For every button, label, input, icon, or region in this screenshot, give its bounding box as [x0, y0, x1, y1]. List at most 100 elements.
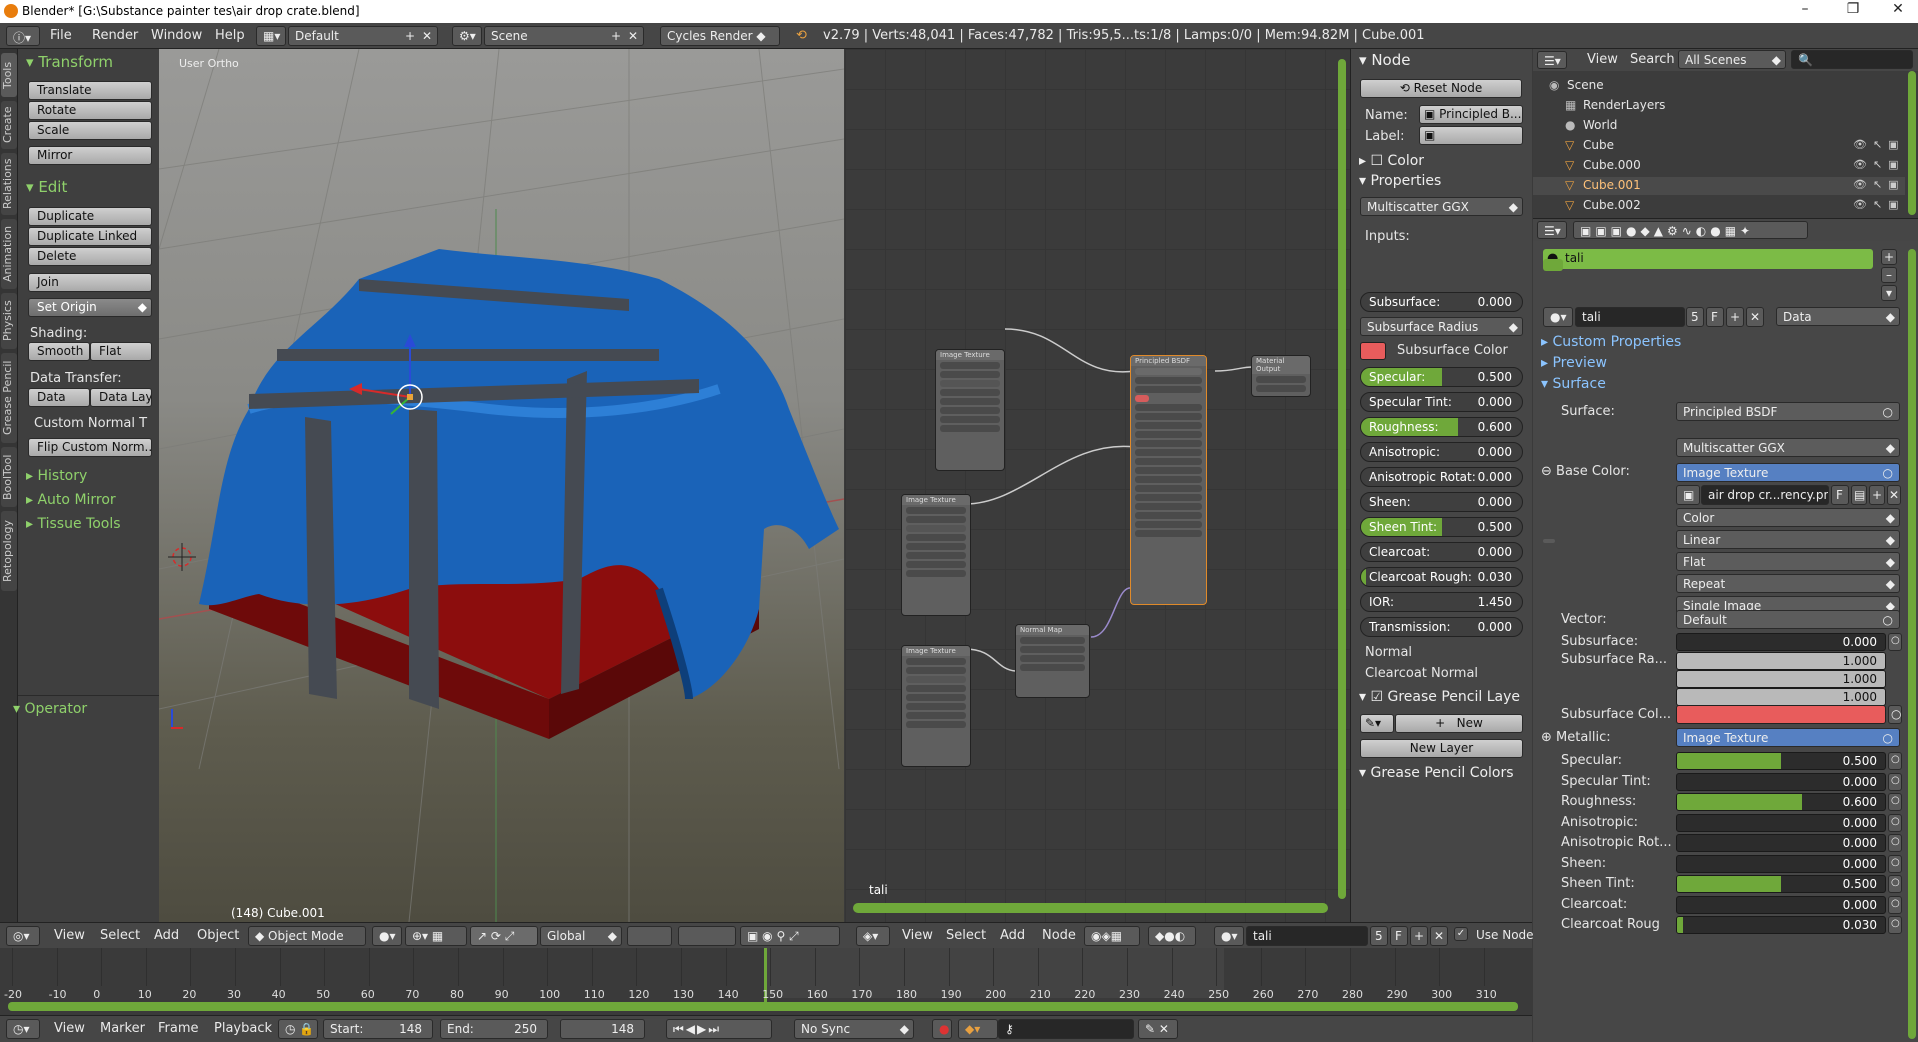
- node-tree-type-icons[interactable]: ◉◈▦: [1084, 926, 1140, 946]
- surface-header[interactable]: ▾ Surface: [1541, 376, 1606, 392]
- node-menu-add[interactable]: Add: [1000, 928, 1025, 943]
- object-mode-select[interactable]: ◆ Object Mode: [248, 926, 366, 946]
- viewport-editor-type-icon[interactable]: ◎▾: [6, 926, 40, 946]
- node-label-field[interactable]: ▣: [1419, 126, 1523, 145]
- material-slot-list[interactable]: ● tali: [1543, 249, 1873, 269]
- node-input-transmission[interactable]: Transmission: 0.000: [1360, 617, 1523, 637]
- edit-panel-header[interactable]: ▾ Edit: [26, 178, 67, 196]
- slot-menu-button[interactable]: ▾: [1881, 285, 1897, 301]
- socket-link-icon[interactable]: ○: [1888, 752, 1902, 770]
- node-editor-vscrollbar[interactable]: [1338, 59, 1346, 899]
- visibility-toggle-icons[interactable]: 👁↖▣: [1853, 138, 1905, 151]
- properties-panel-header[interactable]: ▾ Properties: [1359, 173, 1441, 189]
- node-input-sheen-tint[interactable]: Sheen Tint: 0.500: [1360, 517, 1523, 537]
- scene-icon[interactable]: ⚙▾: [452, 26, 482, 46]
- transform-panel-header[interactable]: ▾ Transform: [26, 53, 113, 71]
- keying-set-field[interactable]: ⚷: [998, 1019, 1134, 1039]
- socket-link-icon[interactable]: ○: [1888, 916, 1902, 934]
- property-value-slider[interactable]: 0.000: [1676, 813, 1886, 832]
- grease-pencil-colors-header[interactable]: ▾ Grease Pencil Colors: [1359, 765, 1514, 781]
- surface-shader-select[interactable]: Principled BSDF ○: [1676, 402, 1900, 421]
- node-input-roughness[interactable]: Roughness: 0.600: [1360, 417, 1523, 437]
- timeline-menu-frame[interactable]: Frame: [158, 1021, 199, 1036]
- set-origin-select[interactable]: Set Origin ◆: [28, 298, 152, 317]
- image-fake-user-toggle[interactable]: F: [1831, 485, 1849, 505]
- pencil-icon[interactable]: ✎▾: [1360, 714, 1394, 733]
- node-input-sheen[interactable]: Sheen: 0.000: [1360, 492, 1523, 512]
- outliner-editor-type-icon[interactable]: ☰▾: [1537, 51, 1567, 69]
- outliner-item[interactable]: ◉ Scene: [1533, 77, 1905, 95]
- screen-layout-icon[interactable]: ▦▾: [256, 26, 286, 46]
- image-texture-node-2[interactable]: Image Texture: [901, 494, 971, 616]
- color-panel-header[interactable]: ▸ ☐ Color: [1359, 153, 1424, 169]
- subsurface-radius-component[interactable]: 1.000: [1676, 652, 1886, 670]
- timeline-scrollbar[interactable]: [8, 1002, 1518, 1011]
- unlink-material-button[interactable]: ✕: [1746, 307, 1764, 327]
- vector-select[interactable]: Default ○: [1676, 610, 1900, 629]
- timeline-editor-type-icon[interactable]: ◷▾: [6, 1019, 40, 1039]
- socket-link-icon[interactable]: ○: [1888, 875, 1902, 893]
- outliner-filter-select[interactable]: All Scenes ◆: [1678, 50, 1786, 69]
- tab-create[interactable]: Create: [1, 101, 17, 149]
- custom-properties-header[interactable]: ▸ Custom Properties: [1541, 334, 1681, 350]
- tab-physics[interactable]: Physics: [1, 293, 17, 349]
- new-material-button[interactable]: +: [1726, 307, 1744, 327]
- node-menu-select[interactable]: Select: [946, 928, 986, 943]
- viewport-menu-add[interactable]: Add: [154, 928, 179, 943]
- image-texture-node-3[interactable]: Image Texture: [901, 645, 971, 767]
- 3d-viewport[interactable]: User Ortho (148) Cube.001: [159, 49, 844, 922]
- image-open-button[interactable]: ▤: [1851, 485, 1867, 505]
- socket-link-icon[interactable]: ○: [1888, 813, 1902, 832]
- delete-button[interactable]: Delete: [28, 247, 152, 266]
- outliner-item[interactable]: ● World: [1533, 117, 1905, 135]
- node-menu-view[interactable]: View: [902, 928, 933, 943]
- socket-link-icon[interactable]: ○: [1888, 633, 1902, 651]
- viewport-menu-view[interactable]: View: [54, 928, 85, 943]
- node-editor[interactable]: Image Texture Image Texture Image Textur…: [845, 49, 1350, 922]
- visibility-toggle-icons[interactable]: 👁↖▣: [1853, 158, 1905, 171]
- transform-orientation-select[interactable]: Global ◆: [540, 926, 622, 946]
- tab-retopology[interactable]: Retopology: [1, 511, 17, 591]
- node-material-fake-user[interactable]: F: [1390, 926, 1408, 946]
- scene-field[interactable]: Scene + ✕: [484, 26, 644, 46]
- node-material-unlink[interactable]: ✕: [1430, 926, 1448, 946]
- subsurface-radius-select[interactable]: Subsurface Radius ◆: [1360, 317, 1523, 336]
- editor-type-icon[interactable]: ⓘ▾: [6, 26, 40, 46]
- outliner-item[interactable]: ▽ Cube 👁↖▣: [1533, 137, 1905, 155]
- node-input-specular-tint[interactable]: Specular Tint: 0.000: [1360, 392, 1523, 412]
- image-name-field[interactable]: air drop cr...rency.png: [1701, 485, 1829, 505]
- pivot-icons[interactable]: ⊕▾ ▦: [405, 926, 467, 946]
- menu-render[interactable]: Render: [92, 28, 138, 43]
- tab-booltool[interactable]: BoolTool: [1, 447, 17, 507]
- properties-context-tabs[interactable]: ▣▣▣●◆▲⚙∿◐●▦✦: [1573, 221, 1808, 239]
- custom-normal-label[interactable]: Custom Normal T: [34, 416, 147, 431]
- preview-header[interactable]: ▸ Preview: [1541, 355, 1607, 371]
- image-unlink-button[interactable]: ✕: [1887, 485, 1901, 505]
- node-material-name-field[interactable]: tali: [1246, 926, 1368, 946]
- flip-custom-normals-button[interactable]: Flip Custom Norm...: [28, 438, 152, 457]
- prop-distribution-select[interactable]: Multiscatter GGX ◆: [1676, 438, 1900, 457]
- base-color-link-select[interactable]: Image Texture ○: [1676, 463, 1900, 482]
- preview-range-icons[interactable]: ◷ 🔒: [278, 1019, 318, 1039]
- outliner-menu-search[interactable]: Search: [1630, 52, 1675, 67]
- node-editor-hscrollbar[interactable]: [853, 903, 1328, 913]
- history-panel-header[interactable]: ▸ History: [26, 468, 87, 484]
- texture-option-select[interactable]: Color ◆: [1676, 508, 1900, 527]
- node-material-browse-icon[interactable]: ●▾: [1214, 926, 1244, 946]
- flat-button[interactable]: Flat: [90, 342, 152, 361]
- visibility-toggle-icons[interactable]: 👁↖▣: [1853, 178, 1905, 191]
- timeline-menu-playback[interactable]: Playback: [214, 1021, 272, 1036]
- start-frame-field[interactable]: Start: 148: [323, 1019, 433, 1039]
- material-users-count[interactable]: 5: [1686, 307, 1704, 327]
- use-nodes-checkbox[interactable]: ✓: [1454, 927, 1468, 941]
- node-material-new[interactable]: +: [1410, 926, 1428, 946]
- node-name-field[interactable]: ▣ Principled B...: [1419, 105, 1523, 124]
- node-input-clearcoat[interactable]: Clearcoat: 0.000: [1360, 542, 1523, 562]
- property-value-slider[interactable]: 0.600: [1676, 793, 1886, 811]
- property-value-slider[interactable]: 0.000: [1676, 834, 1886, 852]
- property-value-slider[interactable]: 0.500: [1676, 875, 1886, 893]
- outliner-search-input[interactable]: 🔍: [1791, 50, 1913, 69]
- socket-link-icon[interactable]: ○: [1888, 793, 1902, 811]
- image-texture-node-1[interactable]: Image Texture: [935, 349, 1005, 471]
- remove-slot-button[interactable]: –: [1881, 267, 1897, 283]
